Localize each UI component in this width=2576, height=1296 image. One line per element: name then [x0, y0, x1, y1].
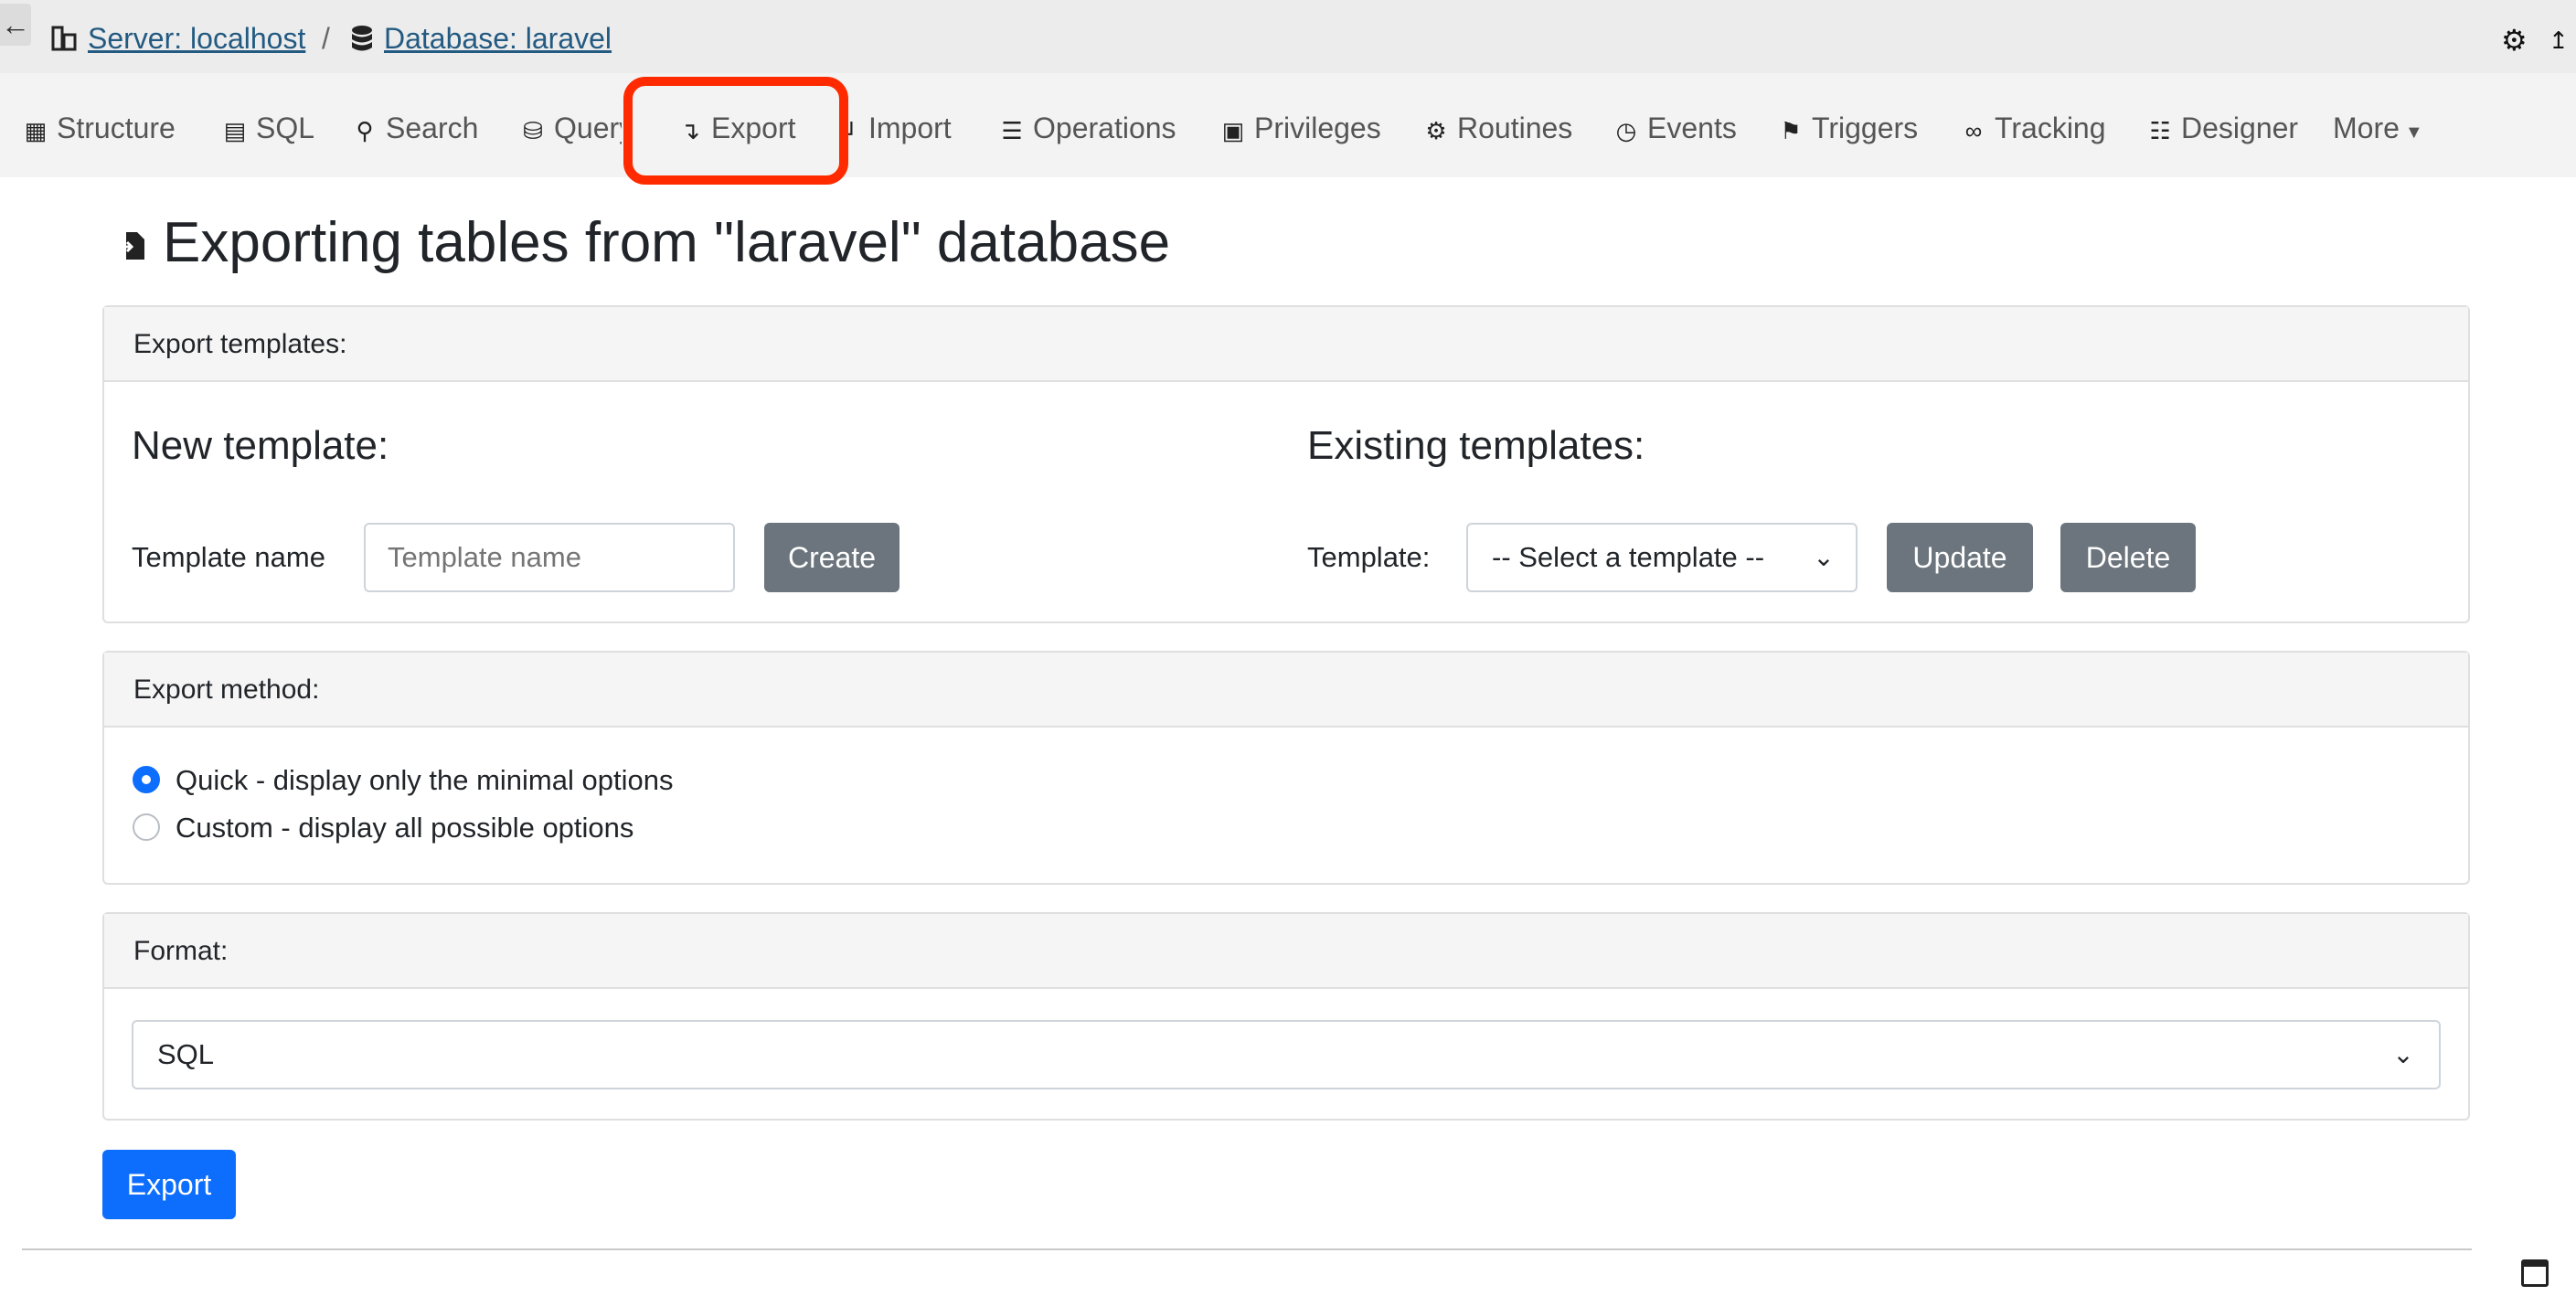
database-icon — [352, 26, 372, 51]
tab-more[interactable]: More ▼ — [2333, 106, 2423, 150]
tab-search[interactable]: ⚲ Search — [351, 106, 478, 150]
designer-icon: ☷ — [2149, 116, 2171, 144]
routines-icon: ⚙ — [1425, 116, 1447, 144]
tab-triggers[interactable]: ⚑ Triggers — [1777, 106, 1918, 150]
custom-option-label: Custom - display all possible options — [176, 812, 634, 844]
tab-events[interactable]: ◷ Events — [1613, 106, 1737, 150]
privileges-icon: ▣ — [1221, 116, 1245, 144]
card-header: Export method: — [104, 653, 2468, 728]
template-name-label: Template name — [132, 541, 325, 573]
tab-operations[interactable]: ☰ Operations — [998, 106, 1176, 150]
template-label: Template: — [1307, 541, 1431, 573]
chevron-down-icon: ⌄ — [1813, 543, 1835, 571]
create-template-button[interactable]: Create — [764, 523, 899, 592]
tab-routines[interactable]: ⚙ Routines — [1422, 106, 1572, 150]
divider — [22, 1248, 2472, 1250]
export-tab-highlight — [623, 77, 848, 185]
left-arrow-icon[interactable]: ← — [0, 4, 31, 46]
quick-option-label: Quick - display only the minimal options — [176, 764, 674, 796]
gear-icon[interactable]: ⚙ — [2501, 26, 2528, 55]
breadcrumb-database-link[interactable]: Database: laravel — [384, 20, 612, 57]
server-icon — [51, 26, 77, 51]
search-icon: ⚲ — [356, 116, 374, 144]
template-select[interactable]: -- Select a template -- ⌄ — [1466, 523, 1857, 592]
tab-tracking[interactable]: ∞ Tracking — [1960, 106, 2106, 150]
export-icon — [121, 232, 144, 260]
database-icon: ⛁ — [523, 116, 543, 144]
card-header: Export templates: — [104, 307, 2468, 382]
tab-structure[interactable]: ▦ Structure — [22, 106, 176, 150]
caret-down-icon: ▼ — [2404, 122, 2423, 143]
glasses-icon: ∞ — [1964, 116, 1983, 144]
quick-radio[interactable] — [133, 766, 160, 793]
delete-template-button[interactable]: Delete — [2060, 523, 2196, 592]
existing-templates-heading: Existing templates: — [1307, 423, 1645, 468]
tab-import[interactable]: ↲ Import — [834, 106, 952, 150]
tab-sql[interactable]: ▤ SQL — [221, 106, 314, 150]
tab-query[interactable]: ⛁Query — [519, 106, 622, 150]
operations-icon: ☰ — [1001, 116, 1023, 144]
breadcrumb-server-link[interactable]: Server: localhost — [88, 20, 305, 57]
format-select[interactable]: SQL ⌄ — [132, 1020, 2441, 1089]
breadcrumb-separator: / — [322, 22, 330, 55]
page-title: Exporting tables from "laravel" database — [163, 211, 1171, 274]
console-icon[interactable] — [2521, 1259, 2549, 1287]
new-template-heading: New template: — [132, 423, 389, 468]
tab-designer[interactable]: ☷ Designer — [2146, 106, 2298, 150]
custom-radio[interactable] — [133, 813, 160, 841]
update-template-button[interactable]: Update — [1887, 523, 2033, 592]
collapse-icon[interactable]: ↥ — [2549, 26, 2569, 55]
clock-icon: ◷ — [1615, 116, 1637, 144]
tab-privileges[interactable]: ▣ Privileges — [1219, 106, 1381, 150]
flag-icon: ⚑ — [1780, 116, 1802, 144]
template-name-input[interactable] — [364, 523, 735, 592]
card-header: Format: — [104, 914, 2468, 989]
sql-icon: ▤ — [223, 116, 247, 144]
table-icon: ▦ — [24, 116, 48, 144]
chevron-down-icon: ⌄ — [2392, 1040, 2414, 1068]
export-button[interactable]: Export — [102, 1150, 236, 1219]
